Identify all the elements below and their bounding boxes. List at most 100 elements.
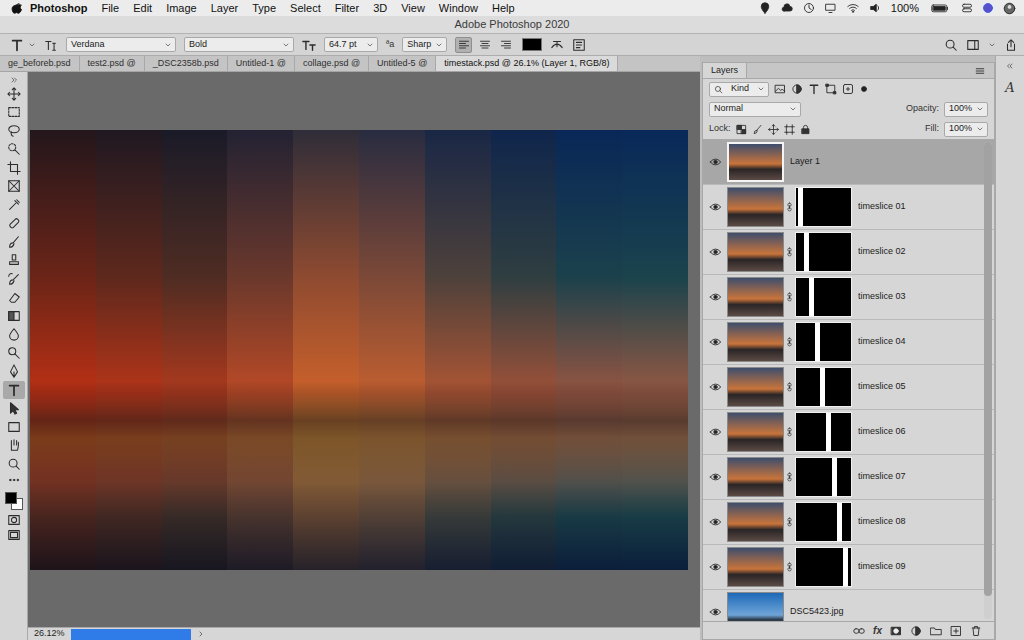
tool-button[interactable] [3, 344, 25, 362]
layer-row[interactable]: timeslice 08 [703, 500, 994, 545]
shape-filter-icon[interactable] [825, 83, 837, 95]
menu-item[interactable]: Image [159, 0, 204, 16]
visibility-toggle[interactable] [703, 246, 727, 258]
layer-row[interactable]: DSC5423.jpg [703, 590, 994, 621]
layers-tab[interactable]: Layers [703, 63, 747, 78]
document-tab[interactable]: Untitled-1 @ [228, 56, 295, 71]
visibility-toggle[interactable] [703, 381, 727, 393]
wifi-icon[interactable] [846, 2, 860, 14]
text-orientation-icon[interactable] [44, 38, 58, 52]
blend-mode-select[interactable]: Normal [709, 102, 801, 117]
layer-row[interactable]: timeslice 02 [703, 230, 994, 275]
menu-item[interactable]: Photoshop [23, 0, 94, 16]
layer-thumbnail[interactable] [727, 232, 784, 272]
document-tab[interactable]: test2.psd @ [80, 56, 145, 71]
lock-paint-icon[interactable] [752, 124, 763, 135]
adjustment-filter-icon[interactable] [791, 83, 803, 95]
tool-button[interactable] [3, 141, 25, 159]
menu-item[interactable]: Filter [328, 0, 366, 16]
smart-object-filter-icon[interactable] [842, 83, 854, 95]
tool-button[interactable] [3, 400, 25, 418]
tool-button[interactable] [3, 85, 25, 103]
menu-item[interactable]: Help [485, 0, 522, 16]
expand-panels-icon[interactable] [1005, 62, 1015, 70]
mask-link[interactable] [784, 336, 795, 348]
tool-button[interactable] [3, 381, 25, 399]
apple-icon[interactable] [10, 2, 23, 15]
layer-mask[interactable] [795, 232, 852, 272]
add-mask-icon[interactable] [890, 625, 902, 637]
layer-name[interactable]: timeslice 07 [852, 470, 906, 484]
font-size-icon[interactable] [302, 38, 316, 52]
menu-item[interactable]: Window [432, 0, 485, 16]
more-tools-icon[interactable] [7, 474, 21, 486]
tool-button[interactable] [3, 233, 25, 251]
tool-button[interactable] [3, 289, 25, 307]
mask-link[interactable] [784, 246, 795, 258]
adjustment-layer-icon[interactable] [910, 625, 922, 637]
layer-row[interactable]: timeslice 09 [703, 545, 994, 590]
color-swatches[interactable] [3, 490, 25, 512]
visibility-toggle[interactable] [703, 291, 727, 303]
type-filter-icon[interactable] [808, 83, 820, 95]
layers-scrollbar[interactable] [984, 142, 992, 619]
layer-row[interactable]: timeslice 07 [703, 455, 994, 500]
layer-row[interactable]: timeslice 01 [703, 185, 994, 230]
font-style-select[interactable]: Bold [184, 37, 294, 52]
font-family-select[interactable]: Verdana [66, 37, 176, 52]
trash-icon[interactable] [970, 625, 982, 637]
tool-preset-picker[interactable] [10, 38, 36, 52]
filter-kind-select[interactable]: Kind [709, 82, 769, 97]
tool-button[interactable] [3, 215, 25, 233]
filter-toggle-icon[interactable] [859, 83, 869, 95]
control-center-icon[interactable] [961, 2, 973, 14]
tool-button[interactable] [3, 363, 25, 381]
layer-thumbnail[interactable] [727, 367, 784, 407]
layer-name[interactable]: timeslice 09 [852, 560, 906, 574]
tool-button[interactable] [3, 159, 25, 177]
tool-button[interactable] [3, 122, 25, 140]
layer-mask[interactable] [795, 187, 852, 227]
user-icon[interactable] [1003, 2, 1016, 15]
menu-item[interactable]: Select [283, 0, 328, 16]
layer-mask[interactable] [795, 457, 852, 497]
layer-thumbnail[interactable] [727, 502, 784, 542]
document-tab[interactable]: timestack.psd @ 26.1% (Layer 1, RGB/8) [436, 56, 618, 71]
visibility-toggle[interactable] [703, 426, 727, 438]
align-button[interactable] [455, 37, 472, 53]
warp-text-icon[interactable] [550, 38, 564, 52]
location-icon[interactable] [759, 2, 771, 14]
layer-mask[interactable] [795, 277, 852, 317]
layer-thumbnail[interactable] [727, 592, 784, 621]
tool-button[interactable] [3, 455, 25, 473]
layer-mask[interactable] [795, 412, 852, 452]
layer-row[interactable]: timeslice 06 [703, 410, 994, 455]
menu-item[interactable]: Type [245, 0, 283, 16]
zoom-level[interactable]: 26.12% [34, 627, 65, 640]
visibility-toggle[interactable] [703, 606, 727, 618]
tool-button[interactable] [3, 252, 25, 270]
layer-mask[interactable] [795, 502, 852, 542]
fill-field[interactable]: 100% [944, 122, 988, 137]
battery-icon[interactable] [928, 2, 952, 14]
character-panel-button[interactable]: A [1000, 78, 1020, 98]
layer-row[interactable]: Layer 1 [703, 140, 994, 185]
visibility-toggle[interactable] [703, 156, 727, 168]
tool-button[interactable] [3, 326, 25, 344]
layer-row[interactable]: timeslice 05 [703, 365, 994, 410]
layer-name[interactable]: timeslice 03 [852, 290, 906, 304]
tool-button[interactable] [3, 178, 25, 196]
layer-thumbnail[interactable] [727, 277, 784, 317]
link-layers-icon[interactable] [853, 625, 865, 637]
panel-menu-icon[interactable] [974, 65, 986, 77]
mask-link[interactable] [784, 471, 795, 483]
opacity-field[interactable]: 100% [944, 102, 988, 117]
volume-icon[interactable] [869, 2, 882, 14]
collapse-icon[interactable] [9, 76, 19, 84]
mask-link[interactable] [784, 426, 795, 438]
siri-icon[interactable] [982, 2, 994, 14]
share-icon[interactable] [1004, 38, 1018, 52]
document-tab[interactable]: _DSC2358b.psd [145, 56, 228, 71]
document-tab[interactable]: ge_beforeb.psd [0, 56, 80, 71]
align-button[interactable] [476, 37, 493, 53]
